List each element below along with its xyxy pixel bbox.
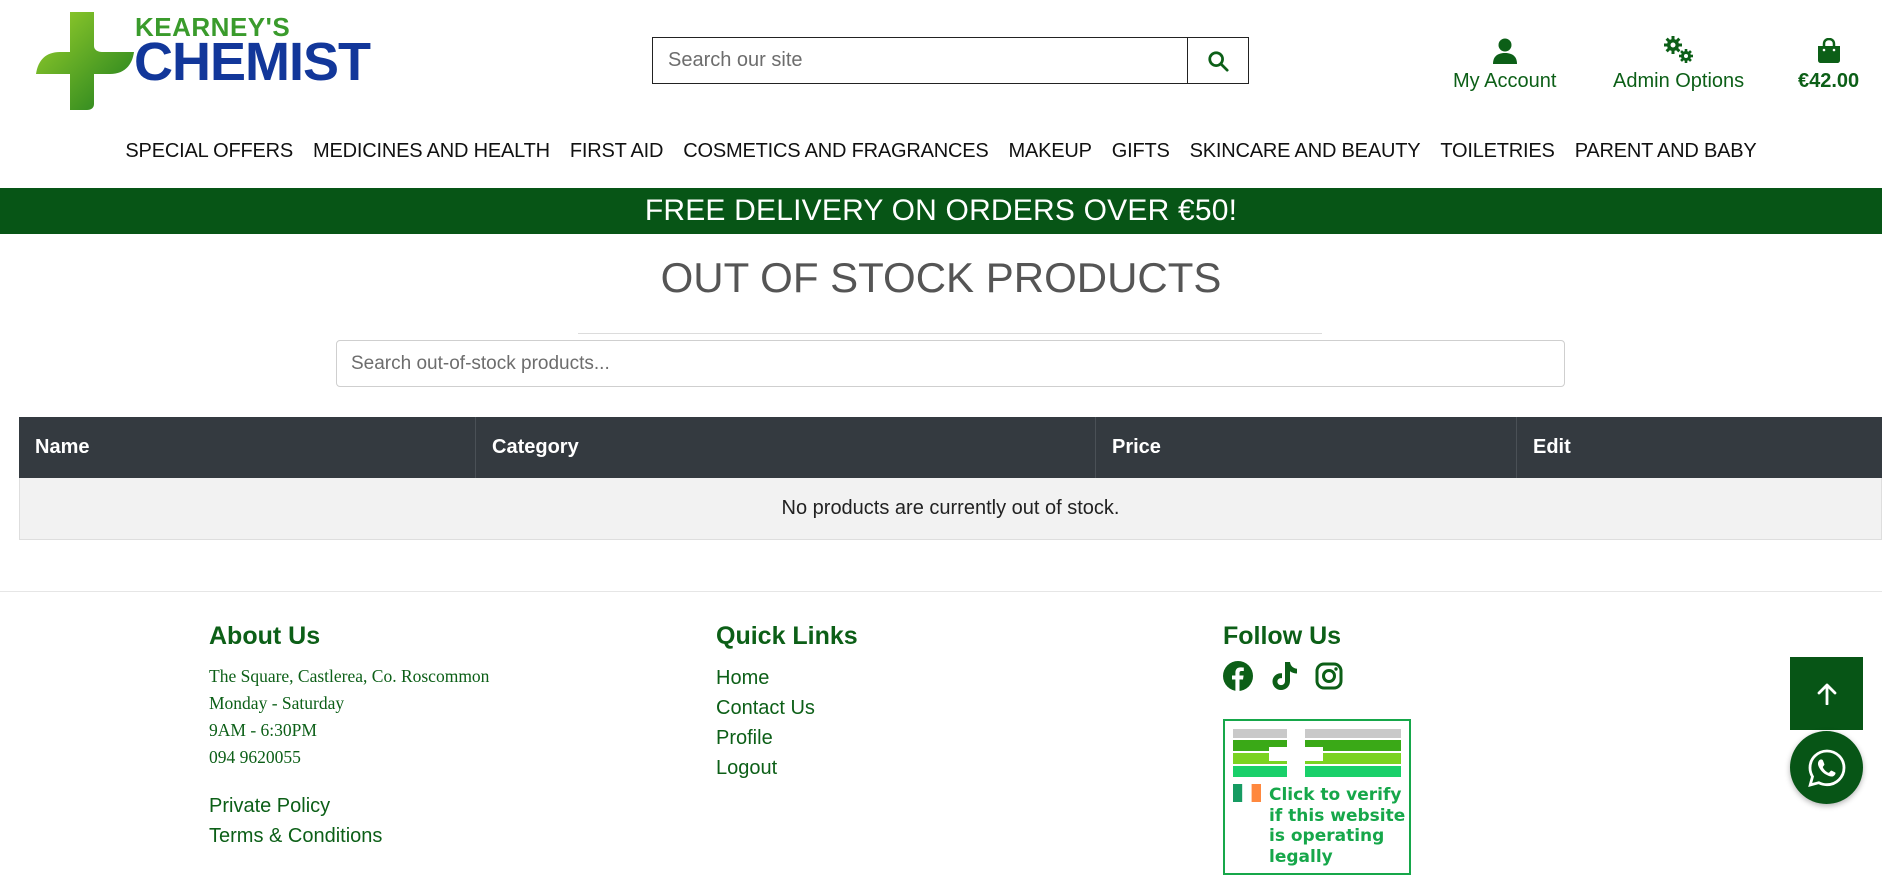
privacy-policy-link[interactable]: Private Policy (209, 791, 489, 821)
nav-item-medicines-and-health[interactable]: MEDICINES AND HEALTH (303, 140, 560, 163)
tiktok-link[interactable] (1270, 661, 1298, 696)
shopping-bag-icon (1817, 38, 1840, 63)
footer-hours: 9AM - 6:30PM (209, 720, 317, 740)
footer-link-home[interactable]: Home (716, 663, 858, 693)
verify-line-1: Click to verify (1269, 785, 1402, 805)
nav-item-first-aid[interactable]: FIRST AID (560, 140, 673, 163)
column-header-name: Name (19, 417, 476, 478)
search-icon (1208, 50, 1229, 72)
footer-divider (0, 591, 1882, 592)
pharmacy-cross-logo-icon (1233, 729, 1401, 777)
verify-text: Click to verify if this website is opera… (1269, 785, 1405, 867)
table-header: Name Category Price Edit (19, 417, 1882, 478)
nav-item-skincare-and-beauty[interactable]: SKINCARE AND BEAUTY (1180, 140, 1431, 163)
footer-phone: 094 9620055 (209, 747, 301, 767)
out-of-stock-search-input[interactable] (336, 340, 1565, 387)
nav-item-makeup[interactable]: MAKEUP (999, 140, 1102, 163)
footer-days: Monday - Saturday (209, 693, 345, 713)
nav-item-special-offers[interactable]: SPECIAL OFFERS (115, 140, 303, 163)
nav-item-cosmetics-and-fragrances[interactable]: COSMETICS AND FRAGRANCES (673, 140, 998, 163)
social-links (1223, 661, 1343, 696)
footer-link-logout[interactable]: Logout (716, 753, 858, 783)
facebook-link[interactable] (1223, 661, 1253, 696)
site-search (652, 37, 1249, 84)
site-header: KEARNEY'S CHEMIST My Account (0, 0, 1882, 130)
delivery-banner: FREE DELIVERY ON ORDERS OVER €50! (0, 188, 1882, 234)
my-account-label: My Account (1453, 70, 1557, 92)
gears-icon (1663, 36, 1693, 63)
footer-about: About Us The Square, Castlerea, Co. Rosc… (209, 622, 489, 851)
column-header-category: Category (476, 417, 1096, 478)
site-search-button[interactable] (1187, 38, 1248, 83)
terms-conditions-link[interactable]: Terms & Conditions (209, 821, 489, 851)
verify-line-2: if this website (1269, 805, 1406, 826)
footer-quick-links: Quick Links Home Contact Us Profile Logo… (716, 622, 858, 783)
column-header-edit: Edit (1533, 436, 1571, 458)
cross-logo-icon (36, 12, 134, 110)
facebook-icon (1223, 661, 1253, 691)
footer-follow-heading: Follow Us (1223, 622, 1342, 650)
nav-item-gifts[interactable]: GIFTS (1102, 140, 1180, 163)
table-empty-message: No products are currently out of stock. (19, 478, 1882, 540)
bag-total: €42.00 (1798, 70, 1860, 92)
title-divider (578, 333, 1322, 334)
my-account-link[interactable]: My Account (1453, 30, 1556, 93)
nav-item-parent-and-baby[interactable]: PARENT AND BABY (1565, 140, 1767, 163)
verify-line-3: is operating (1269, 826, 1385, 846)
footer-address: The Square, Castlerea, Co. Roscommon (209, 666, 490, 686)
instagram-link[interactable] (1315, 662, 1343, 695)
whatsapp-button[interactable] (1790, 731, 1863, 804)
footer-link-profile[interactable]: Profile (716, 723, 858, 753)
logo-bottom-text: CHEMIST (134, 32, 371, 92)
footer-quick-links-heading: Quick Links (716, 622, 858, 650)
page-title: OUT OF STOCK PRODUCTS (660, 254, 1222, 301)
admin-options-link[interactable]: Admin Options (1613, 30, 1744, 93)
footer-follow: Follow Us (1223, 622, 1343, 696)
shopping-bag-link[interactable]: €42.00 (1798, 30, 1859, 93)
arrow-up-icon (1817, 683, 1836, 705)
footer-about-heading: About Us (209, 622, 321, 650)
ireland-flag-icon (1233, 784, 1261, 802)
footer-link-contact-us[interactable]: Contact Us (716, 693, 858, 723)
back-to-top-button[interactable] (1790, 657, 1863, 730)
user-icon (1492, 38, 1517, 64)
admin-options-label: Admin Options (1613, 70, 1745, 92)
tiktok-icon (1272, 662, 1297, 690)
whatsapp-icon (1807, 749, 1845, 787)
verify-line-4: legally (1269, 846, 1333, 867)
main-nav: SPECIAL OFFERS MEDICINES AND HEALTH FIRS… (0, 140, 1882, 163)
column-header-price: Price (1096, 417, 1517, 478)
pharmacy-verify-badge[interactable]: Click to verify if this website is opera… (1223, 719, 1411, 875)
instagram-icon (1315, 662, 1343, 690)
delivery-banner-text: FREE DELIVERY ON ORDERS OVER €50! (644, 194, 1238, 227)
nav-item-toiletries[interactable]: TOILETRIES (1430, 140, 1564, 163)
site-search-input[interactable] (653, 38, 1187, 83)
out-of-stock-table: Name Category Price Edit No products are… (19, 417, 1882, 540)
site-logo[interactable]: KEARNEY'S CHEMIST (36, 12, 406, 110)
